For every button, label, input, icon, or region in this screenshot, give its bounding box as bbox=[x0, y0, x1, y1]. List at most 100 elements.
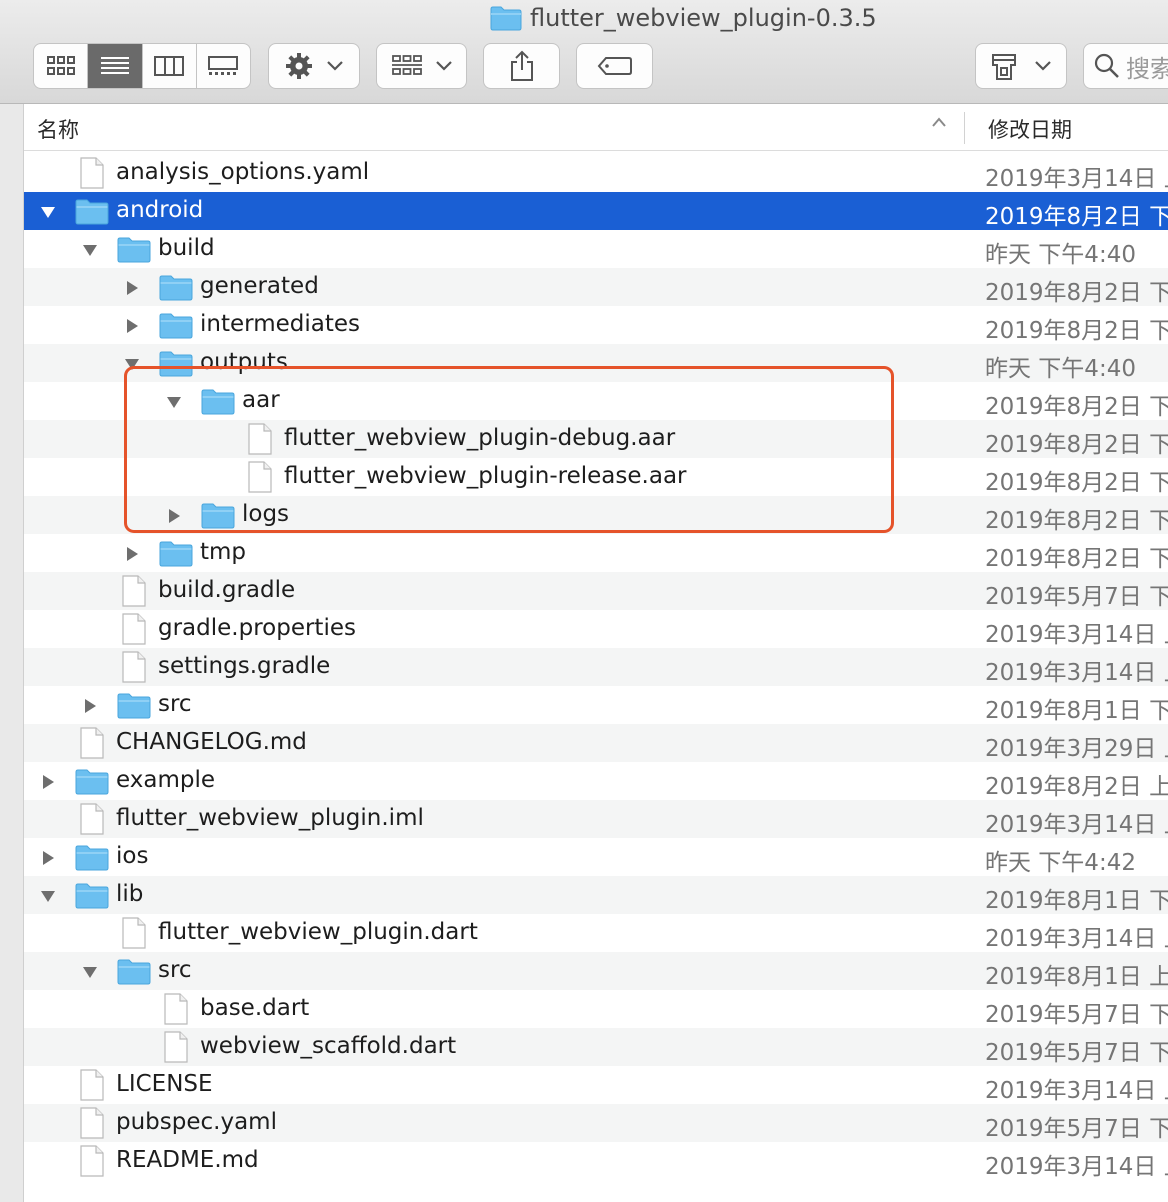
folder-row[interactable]: logs 2019年8月2日 下 bbox=[24, 496, 1168, 534]
file-row[interactable]: flutter_webview_plugin-release.aar 2019年8… bbox=[24, 458, 1168, 496]
file-row[interactable]: base.dart 2019年5月7日 下 bbox=[24, 990, 1168, 1028]
item-name: android bbox=[116, 197, 204, 223]
file-row[interactable]: pubspec.yaml 2019年5月7日 下 bbox=[24, 1104, 1168, 1142]
share-button[interactable] bbox=[483, 43, 560, 89]
folder-row[interactable]: src 2019年8月1日 上 bbox=[24, 952, 1168, 990]
item-modified-date: 2019年3月14日 上 bbox=[985, 622, 1168, 648]
disclosure-expanded-icon[interactable] bbox=[81, 963, 99, 981]
disclosure-expanded-icon[interactable] bbox=[81, 241, 99, 259]
disclosure-collapsed-icon[interactable] bbox=[81, 697, 99, 715]
item-name: base.dart bbox=[200, 995, 310, 1021]
name-column-header[interactable]: 名称 bbox=[37, 114, 79, 144]
file-row[interactable]: flutter_webview_plugin.iml 2019年3月14日 上 bbox=[24, 800, 1168, 838]
item-modified-date: 2019年3月14日 上 bbox=[985, 1154, 1168, 1180]
sort-ascending-icon[interactable] bbox=[930, 116, 948, 128]
item-modified-date: 2019年5月7日 下 bbox=[985, 1002, 1168, 1028]
search-field[interactable]: 搜索 bbox=[1083, 43, 1168, 89]
disclosure-collapsed-icon[interactable] bbox=[39, 849, 57, 867]
file-icon bbox=[79, 1069, 105, 1101]
disclosure-collapsed-icon[interactable] bbox=[123, 279, 141, 297]
item-modified-date: 2019年8月2日 下 bbox=[985, 432, 1168, 458]
disclosure-collapsed-icon[interactable] bbox=[39, 773, 57, 791]
item-modified-date: 2019年5月7日 下 bbox=[985, 1116, 1168, 1142]
folder-row[interactable]: intermediates 2019年8月2日 下 bbox=[24, 306, 1168, 344]
item-name: settings.gradle bbox=[158, 653, 331, 679]
folder-icon bbox=[490, 5, 522, 31]
folder-row[interactable]: aar 2019年8月2日 下 bbox=[24, 382, 1168, 420]
file-row[interactable]: LICENSE 2019年3月14日 上 bbox=[24, 1066, 1168, 1104]
folder-row[interactable]: src 2019年8月1日 下 bbox=[24, 686, 1168, 724]
item-modified-date: 昨天 下午4:42 bbox=[985, 850, 1136, 876]
item-name: aar bbox=[242, 387, 280, 413]
item-modified-date: 昨天 下午4:40 bbox=[985, 356, 1136, 382]
file-row[interactable]: gradle.properties 2019年3月14日 上 bbox=[24, 610, 1168, 648]
folder-icon bbox=[117, 235, 151, 263]
action-menu-button[interactable] bbox=[268, 43, 360, 89]
file-row[interactable]: webview_scaffold.dart 2019年5月7日 下 bbox=[24, 1028, 1168, 1066]
device-menu-button[interactable] bbox=[975, 43, 1067, 89]
gallery-view-button[interactable] bbox=[197, 44, 250, 88]
file-icon bbox=[79, 1107, 105, 1139]
column-header: 名称 修改日期 bbox=[24, 104, 1168, 151]
column-view-button[interactable] bbox=[143, 44, 197, 88]
disclosure-expanded-icon[interactable] bbox=[123, 355, 141, 373]
folder-icon bbox=[159, 349, 193, 377]
disclosure-collapsed-icon[interactable] bbox=[123, 317, 141, 335]
file-row[interactable]: flutter_webview_plugin.dart 2019年3月14日 上 bbox=[24, 914, 1168, 952]
folder-row[interactable]: ios 昨天 下午4:42 bbox=[24, 838, 1168, 876]
folder-row[interactable]: outputs 昨天 下午4:40 bbox=[24, 344, 1168, 382]
disclosure-expanded-icon[interactable] bbox=[39, 887, 57, 905]
item-name: build.gradle bbox=[158, 577, 296, 603]
item-name: ios bbox=[116, 843, 149, 869]
disclosure-collapsed-icon[interactable] bbox=[165, 507, 183, 525]
file-row[interactable]: settings.gradle 2019年3月14日 上 bbox=[24, 648, 1168, 686]
disclosure-collapsed-icon[interactable] bbox=[123, 545, 141, 563]
folder-icon bbox=[75, 767, 109, 795]
item-modified-date: 2019年8月2日 下 bbox=[985, 280, 1168, 306]
icon-view-button[interactable] bbox=[34, 44, 89, 88]
folder-row[interactable]: build 昨天 下午4:40 bbox=[24, 230, 1168, 268]
item-modified-date: 2019年8月2日 下 bbox=[985, 546, 1168, 572]
list-view-button[interactable] bbox=[88, 44, 143, 88]
folder-icon bbox=[117, 691, 151, 719]
item-modified-date: 2019年8月1日 下 bbox=[985, 698, 1168, 724]
item-name: src bbox=[158, 957, 192, 983]
file-icon bbox=[163, 1031, 189, 1063]
chevron-down-icon bbox=[327, 61, 343, 71]
date-column-header[interactable]: 修改日期 bbox=[988, 114, 1072, 144]
file-row[interactable]: flutter_webview_plugin-debug.aar 2019年8月2… bbox=[24, 420, 1168, 458]
item-modified-date: 2019年3月29日 上 bbox=[985, 736, 1168, 762]
item-name: README.md bbox=[116, 1147, 259, 1173]
file-row[interactable]: CHANGELOG.md 2019年3月29日 上 bbox=[24, 724, 1168, 762]
disclosure-expanded-icon[interactable] bbox=[39, 203, 57, 221]
file-icon bbox=[121, 575, 147, 607]
folder-icon bbox=[201, 387, 235, 415]
chevron-down-icon bbox=[1035, 61, 1051, 71]
chevron-down-icon bbox=[435, 61, 452, 71]
file-icon bbox=[121, 917, 147, 949]
dropbox-device-icon bbox=[992, 54, 1016, 80]
folder-row[interactable]: tmp 2019年8月2日 下 bbox=[24, 534, 1168, 572]
item-name: example bbox=[116, 767, 215, 793]
column-divider[interactable] bbox=[964, 112, 965, 144]
disclosure-expanded-icon[interactable] bbox=[165, 393, 183, 411]
file-icon bbox=[247, 423, 273, 455]
file-icon bbox=[163, 993, 189, 1025]
item-name: tmp bbox=[200, 539, 247, 565]
folder-row[interactable]: lib 2019年8月1日 下 bbox=[24, 876, 1168, 914]
item-modified-date: 2019年8月1日 上 bbox=[985, 964, 1168, 990]
share-icon bbox=[510, 50, 533, 81]
file-row[interactable]: analysis_options.yaml 2019年3月14日 上 bbox=[24, 154, 1168, 192]
tag-button[interactable] bbox=[576, 43, 653, 89]
group-by-button[interactable] bbox=[376, 43, 467, 89]
item-name: logs bbox=[242, 501, 290, 527]
file-row[interactable]: README.md 2019年3月14日 上 bbox=[24, 1142, 1168, 1180]
folder-icon bbox=[75, 843, 109, 871]
folder-row[interactable]: generated 2019年8月2日 下 bbox=[24, 268, 1168, 306]
item-modified-date: 2019年5月7日 下 bbox=[985, 1040, 1168, 1066]
item-modified-date: 2019年8月2日 下 bbox=[985, 470, 1168, 496]
folder-row[interactable]: example 2019年8月2日 上 bbox=[24, 762, 1168, 800]
file-icon bbox=[121, 651, 147, 683]
folder-row[interactable]: android 2019年8月2日 下 bbox=[24, 192, 1168, 230]
file-row[interactable]: build.gradle 2019年5月7日 下 bbox=[24, 572, 1168, 610]
